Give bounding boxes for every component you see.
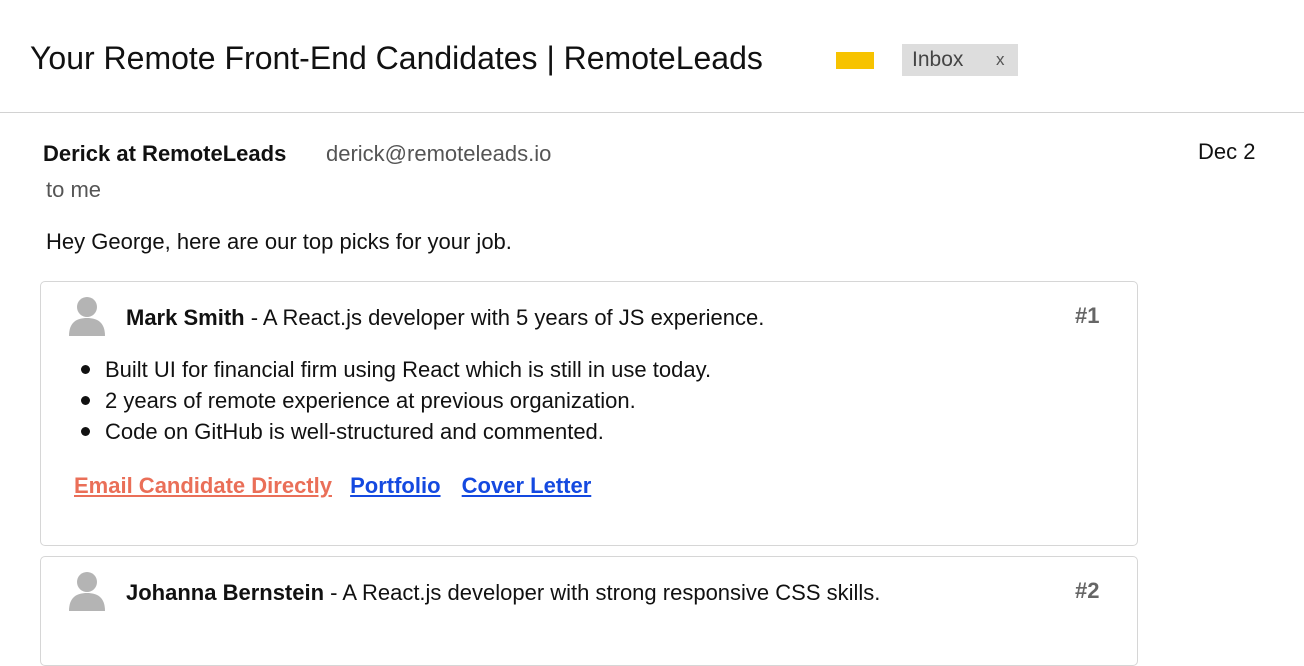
portfolio-link[interactable]: Portfolio — [350, 473, 440, 498]
cover-letter-link[interactable]: Cover Letter — [462, 473, 592, 498]
highlight-text: Code on GitHub is well-structured and co… — [105, 419, 604, 444]
candidate-name: Johanna Bernstein — [126, 580, 325, 605]
email-date: Dec 2 — [1198, 139, 1256, 164]
bullet-icon — [81, 427, 90, 436]
recipient-line[interactable]: to me — [46, 177, 101, 203]
subject-header: Your Remote Front-End Candidates | Remot… — [0, 0, 1304, 113]
candidate-card: Mark Smith - A React.js developer with 5… — [40, 281, 1138, 546]
inbox-label-text: Inbox — [912, 48, 964, 71]
email-candidate-link[interactable]: Email Candidate Directly — [74, 473, 332, 498]
candidate-rank: #1 — [1075, 303, 1100, 328]
bullet-icon — [81, 396, 90, 405]
email-subject: Your Remote Front-End Candidates | Remot… — [30, 40, 763, 76]
person-silhouette-icon — [69, 296, 105, 336]
candidate-links: Email Candidate Directly Portfolio Cover… — [74, 473, 591, 499]
sender-email: derick@remoteleads.io — [326, 141, 552, 166]
candidate-rank: #2 — [1075, 578, 1100, 603]
candidate-highlights: Built UI for financial firm using React … — [77, 354, 711, 447]
label-color-tag[interactable] — [836, 52, 874, 69]
candidate-headline: Johanna Bernstein - A React.js developer… — [126, 580, 880, 606]
highlight-text: Built UI for financial firm using React … — [105, 357, 712, 382]
list-item: 2 years of remote experience at previous… — [77, 385, 711, 416]
person-silhouette-icon — [69, 571, 105, 611]
bullet-icon — [81, 365, 90, 374]
sender-name[interactable]: Derick at RemoteLeads — [43, 141, 286, 167]
inbox-label-chip[interactable]: Inbox x — [902, 44, 1018, 76]
list-item: Built UI for financial firm using React … — [77, 354, 711, 385]
remove-label-icon[interactable]: x — [996, 49, 1005, 71]
highlight-text: 2 years of remote experience at previous… — [105, 388, 636, 413]
candidate-summary: - A React.js developer with strong respo… — [324, 580, 881, 605]
list-item: Code on GitHub is well-structured and co… — [77, 416, 711, 447]
email-greeting: Hey George, here are our top picks for y… — [46, 229, 512, 254]
candidate-card: Johanna Bernstein - A React.js developer… — [40, 556, 1138, 666]
candidate-summary: - A React.js developer with 5 years of J… — [244, 305, 765, 330]
candidate-headline: Mark Smith - A React.js developer with 5… — [126, 305, 764, 331]
candidate-name: Mark Smith — [126, 305, 245, 330]
